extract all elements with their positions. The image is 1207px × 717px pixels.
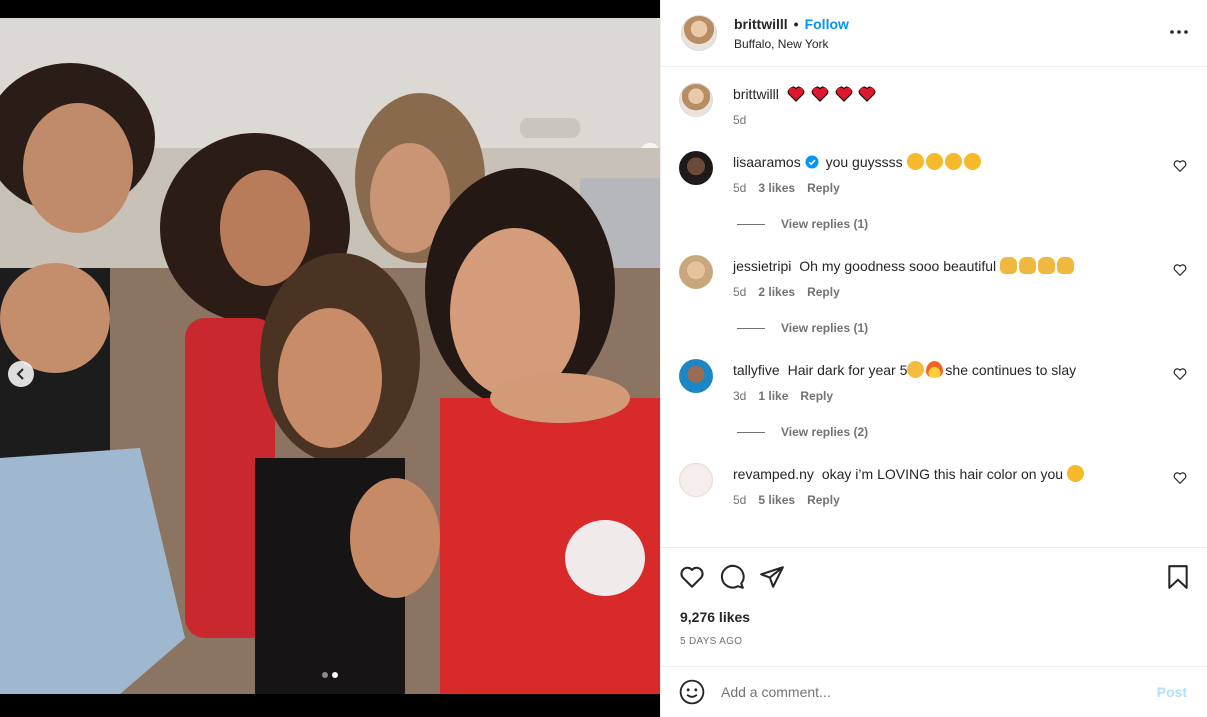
view-replies-label: View replies (1) <box>781 321 869 335</box>
raising-hands-emoji <box>1057 257 1075 274</box>
post-media <box>0 0 660 717</box>
caption-avatar[interactable] <box>679 83 713 117</box>
red-heart-emoji <box>835 86 853 102</box>
post-actions: 9,276 likes 5 DAYS AGO <box>661 547 1207 647</box>
fire-emoji <box>926 361 944 378</box>
comment-time: 5d <box>733 493 747 507</box>
view-replies-button[interactable]: View replies (1) <box>737 321 1187 335</box>
red-heart-emoji <box>811 86 829 102</box>
comment-like-heart-icon[interactable] <box>1173 367 1187 381</box>
comment-text-part2: she continues to slay <box>945 362 1077 378</box>
caption-time: 5d <box>733 113 747 127</box>
post-age[interactable]: 5 DAYS AGO <box>680 636 1190 647</box>
reply-button[interactable]: Reply <box>807 493 840 507</box>
more-icon[interactable] <box>1169 22 1189 42</box>
view-replies-label: View replies (2) <box>781 425 869 439</box>
caption-username[interactable]: brittwilll <box>733 86 779 102</box>
comments-list[interactable]: brittwilll 5d lisaaramos you guyssss 5d … <box>661 67 1207 547</box>
heart-eyes-emoji <box>906 153 924 170</box>
heart-eyes-emoji <box>1066 465 1084 482</box>
comment-likes[interactable]: 2 likes <box>758 285 795 299</box>
comment-likes[interactable]: 1 like <box>758 389 788 403</box>
comment-like-heart-icon[interactable] <box>1173 263 1187 277</box>
comment-item: tallyfive Hair dark for year 5 she contin… <box>679 357 1187 403</box>
carousel-prev-icon <box>16 368 24 380</box>
commenter-avatar[interactable] <box>679 463 713 497</box>
comment-like-heart-icon[interactable] <box>1173 471 1187 485</box>
owner-avatar[interactable] <box>681 15 717 51</box>
carousel-dot-active <box>332 672 338 678</box>
comment-text: Oh my goodness sooo beautiful <box>799 258 997 274</box>
comment-text: okay i’m LOVING this hair color on you <box>821 466 1064 482</box>
raising-hands-emoji <box>1038 257 1056 274</box>
comment-likes[interactable]: 3 likes <box>758 181 795 195</box>
red-heart-emoji <box>858 86 876 102</box>
comment-item: lisaaramos you guyssss 5d 3 likes Reply <box>679 149 1187 195</box>
comment-time: 5d <box>733 285 747 299</box>
post-comment-button[interactable]: Post <box>1157 684 1187 700</box>
comment-item: revamped.ny okay i’m LOVING this hair co… <box>679 461 1187 507</box>
view-replies-button[interactable]: View replies (1) <box>737 217 1187 231</box>
carousel-prev-button[interactable] <box>8 361 34 387</box>
commenter-avatar[interactable] <box>679 359 713 393</box>
view-replies-label: View replies (1) <box>781 217 869 231</box>
add-comment-bar: Post <box>661 666 1207 717</box>
comment-time: 5d <box>733 181 747 195</box>
like-count[interactable]: 9,276 likes <box>680 609 1190 625</box>
comment-text-part1: Hair dark for year 5 <box>787 362 908 378</box>
heart-eyes-emoji <box>944 153 962 170</box>
comment-text: you guyssss <box>825 154 903 170</box>
header-separator: • <box>793 15 799 32</box>
group-selfie-image <box>0 18 660 694</box>
share-icon[interactable] <box>759 564 785 590</box>
comment-like-heart-icon[interactable] <box>1173 159 1187 173</box>
post-header: brittwilll • Follow Buffalo, New York <box>661 0 1207 67</box>
follow-button[interactable]: Follow <box>805 16 849 32</box>
caption: brittwilll 5d <box>679 81 1187 127</box>
comment-item: jessietripi Oh my goodness sooo beautifu… <box>679 253 1187 299</box>
reply-button[interactable]: Reply <box>807 181 840 195</box>
commenter-username[interactable]: lisaaramos <box>733 154 801 170</box>
commenter-avatar[interactable] <box>679 255 713 289</box>
save-icon[interactable] <box>1166 564 1190 590</box>
heart-eyes-emoji <box>963 153 981 170</box>
reply-button[interactable]: Reply <box>800 389 833 403</box>
commenter-username[interactable]: tallyfive <box>733 362 780 378</box>
commenter-avatar[interactable] <box>679 151 713 185</box>
heart-eyes-emoji <box>925 153 943 170</box>
clapping-hands-emoji <box>907 361 925 378</box>
heart-icon[interactable] <box>679 564 705 590</box>
view-replies-button[interactable]: View replies (2) <box>737 425 1187 439</box>
raising-hands-emoji <box>1000 257 1018 274</box>
commenter-username[interactable]: jessietripi <box>733 258 791 274</box>
post-sidebar: brittwilll • Follow Buffalo, New York br… <box>660 0 1207 717</box>
reply-button[interactable]: Reply <box>807 285 840 299</box>
carousel-dots <box>322 672 338 678</box>
comment-likes[interactable]: 5 likes <box>758 493 795 507</box>
comment-time: 3d <box>733 389 747 403</box>
verified-badge-icon <box>805 155 819 169</box>
raising-hands-emoji <box>1019 257 1037 274</box>
red-heart-emoji <box>787 86 805 102</box>
post-photo[interactable] <box>0 18 660 694</box>
emoji-icon[interactable] <box>679 679 705 705</box>
comment-input[interactable] <box>721 684 1157 700</box>
carousel-dot <box>322 672 328 678</box>
commenter-username[interactable]: revamped.ny <box>733 466 814 482</box>
post-location[interactable]: Buffalo, New York <box>734 37 849 51</box>
comment-icon[interactable] <box>719 564 745 590</box>
owner-username[interactable]: brittwilll <box>734 16 788 32</box>
